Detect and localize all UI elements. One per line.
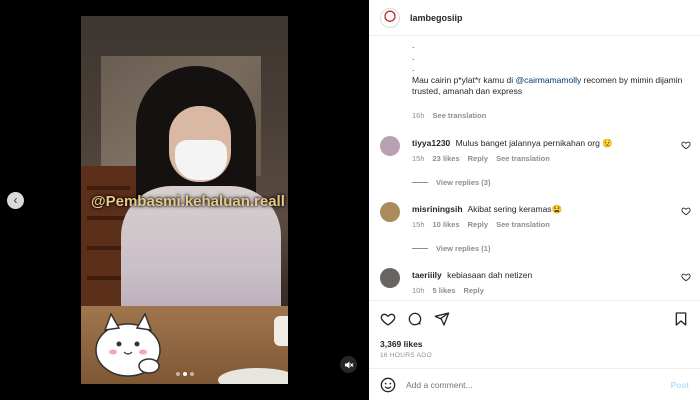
caption-dot: . (412, 51, 415, 62)
cat-sticker-icon (95, 312, 161, 377)
caption-dot: . (412, 40, 415, 50)
replies-divider-line (412, 248, 428, 249)
view-replies-label: View replies (1) (436, 244, 491, 253)
comment-meta: 15h 23 likes Reply See translation (412, 154, 550, 163)
post-comment-button[interactable]: Post (671, 380, 689, 390)
comment-reply-button[interactable]: Reply (468, 154, 488, 163)
view-replies-label: View replies (3) (436, 178, 491, 187)
bookmark-icon[interactable] (673, 311, 689, 327)
comment-likes-count[interactable]: 23 likes (433, 154, 460, 163)
post-header: lambegosiip (369, 0, 700, 36)
caption-mention-link[interactable]: @cairmamamolly (515, 75, 581, 85)
previous-post-button[interactable]: ‹ (7, 192, 24, 209)
comment-likes-count[interactable]: 5 likes (433, 286, 456, 295)
comment-reply-button[interactable]: Reply (468, 220, 488, 229)
post-actions: 3,369 likes 16 HOURS AGO (369, 300, 700, 372)
video-watermark: @Pembasmi.kehaluan.reall (91, 193, 285, 210)
comment-username[interactable]: taeriiily (412, 270, 442, 280)
view-replies-button[interactable]: View replies (3) (412, 178, 490, 187)
mute-button[interactable] (340, 356, 357, 373)
comment-text: kebiasaan dah netizen (447, 270, 533, 280)
commenter-avatar[interactable] (380, 202, 400, 222)
commenter-avatar[interactable] (380, 268, 400, 288)
author-username[interactable]: lambegosiip (410, 13, 463, 23)
caption-see-translation-button[interactable]: See translation (433, 111, 487, 120)
comment-username[interactable]: tiyya1230 (412, 138, 450, 148)
media-area: ‹ @Pembasmi.kehaluan.reall (0, 0, 369, 400)
instagram-post-modal: ‹ @Pembasmi.kehaluan.reall lambegosiip .… (0, 0, 700, 400)
carousel-dot-active (183, 372, 187, 376)
comment-body: tiyya1230 Mulus banget jalannya pernikah… (412, 138, 672, 149)
comment-text: Mulus banget jalannya pernikahan org 😟 (455, 138, 613, 148)
comment-icon[interactable] (407, 311, 423, 327)
view-replies-button[interactable]: View replies (1) (412, 244, 490, 253)
post-video[interactable]: @Pembasmi.kehaluan.reall (81, 16, 288, 384)
comment-body: taeriiily kebiasaan dah netizen (412, 270, 672, 281)
comment-input[interactable] (406, 379, 671, 390)
action-icons-row (380, 311, 450, 327)
comment-like-heart-icon[interactable] (681, 140, 691, 150)
author-avatar[interactable] (380, 7, 400, 28)
comment-see-translation-button[interactable]: See translation (496, 220, 550, 229)
emoji-icon[interactable] (380, 377, 396, 393)
comment-reply-button[interactable]: Reply (463, 286, 483, 295)
video-plate (218, 368, 288, 384)
video-person-mask (175, 140, 227, 180)
carousel-dot (176, 372, 180, 376)
comment-meta: 15h 10 likes Reply See translation (412, 220, 550, 229)
carousel-dots (176, 372, 194, 376)
carousel-dot (190, 372, 194, 376)
chair-slat (87, 186, 130, 190)
caption-dot: . (412, 63, 415, 73)
comment-username[interactable]: misriningsih (412, 204, 463, 214)
add-comment-bar: Post (369, 368, 700, 400)
comment-body: misriningsih Akibat sering keramas😫 (412, 204, 672, 215)
caption-timestamp: 16h (412, 111, 425, 120)
comment-timestamp: 15h (412, 220, 425, 229)
comment-like-heart-icon[interactable] (681, 206, 691, 216)
video-cup (274, 316, 288, 346)
comment-timestamp: 15h (412, 154, 425, 163)
caption-text-before: Mau cairin p*ylat*r kamu di (412, 74, 516, 85)
comment-timestamp: 10h (412, 286, 425, 295)
comment-meta: 10h 5 likes Reply (412, 286, 484, 295)
post-time-ago: 16 HOURS AGO (380, 352, 433, 359)
share-icon[interactable] (434, 311, 450, 327)
heart-icon[interactable] (380, 311, 396, 327)
commenter-avatar[interactable] (380, 136, 400, 156)
muted-speaker-icon (344, 361, 353, 368)
post-details-panel: lambegosiip . . . Mau cairin p*ylat*r ka… (369, 0, 700, 400)
comment-like-heart-icon[interactable] (681, 272, 691, 282)
caption-text: Mau cairin p*ylat*r kamu di @cairmamamol… (412, 75, 692, 98)
chevron-left-icon: ‹ (13, 193, 18, 207)
comment-see-translation-button[interactable]: See translation (496, 154, 550, 163)
comment-likes-count[interactable]: 10 likes (433, 220, 460, 229)
likes-count[interactable]: 3,369 likes (380, 339, 423, 349)
post-caption: . . . Mau cairin p*ylat*r kamu di @cairm… (412, 40, 692, 98)
comment-text: Akibat sering keramas😫 (467, 204, 563, 214)
replies-divider-line (412, 182, 428, 183)
caption-meta: 16h See translation (412, 111, 486, 120)
